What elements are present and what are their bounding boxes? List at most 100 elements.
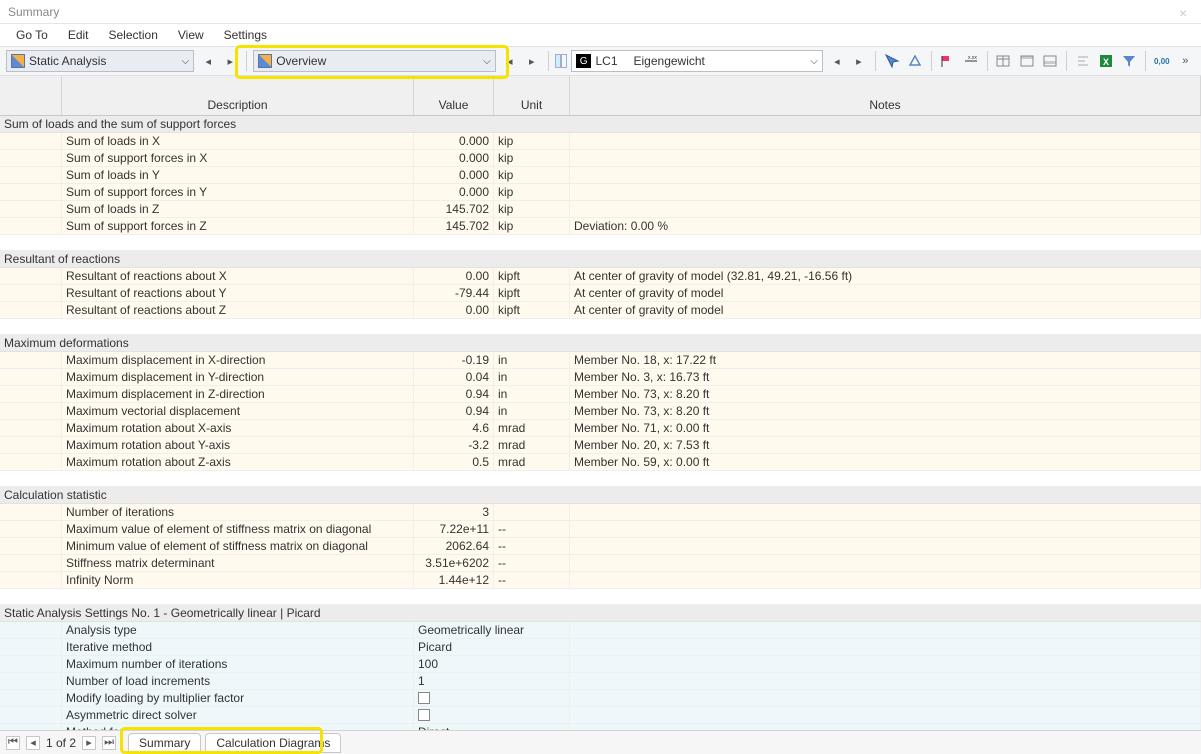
tool-table-header-icon[interactable]	[1017, 51, 1036, 71]
tool-excel-icon[interactable]: X	[1096, 51, 1115, 71]
tool-filter-icon[interactable]	[1120, 51, 1139, 71]
tool-dimension-icon[interactable]: x.xx	[961, 51, 980, 71]
tool-flag-icon[interactable]	[938, 51, 957, 71]
separator	[246, 51, 247, 71]
chevron-down-icon: ⌵	[483, 56, 491, 67]
table-row[interactable]: Maximum number of iterations100	[0, 656, 1201, 673]
table-row[interactable]: Sum of loads in Y0.000kip	[0, 167, 1201, 184]
analysis-dropdown[interactable]: Static Analysis ⌵	[6, 50, 194, 72]
color-swatch	[555, 54, 567, 68]
loadcase-name: Eigengewicht	[634, 54, 705, 68]
table-row[interactable]: Maximum vectorial displacement0.94inMemb…	[0, 403, 1201, 420]
page-next-button[interactable]: ▸	[82, 736, 96, 750]
tab-summary[interactable]: Summary	[128, 733, 201, 753]
separator	[987, 51, 988, 71]
svg-text:X: X	[1103, 57, 1109, 67]
table-row[interactable]: Maximum displacement in X-direction-0.19…	[0, 352, 1201, 369]
overview-label: Overview	[276, 54, 479, 68]
checkbox-icon[interactable]	[418, 692, 430, 704]
separator	[875, 51, 876, 71]
table-row[interactable]: Minimum value of element of stiffness ma…	[0, 538, 1201, 555]
table-row[interactable]: Sum of support forces in Z145.702kipDevi…	[0, 218, 1201, 235]
chevron-down-icon: ⌵	[182, 56, 190, 67]
table-row[interactable]: Infinity Norm1.44e+12--	[0, 572, 1201, 589]
table-row[interactable]: Maximum displacement in Z-direction0.94i…	[0, 386, 1201, 403]
section-header: Maximum deformations	[0, 335, 1201, 352]
table-row[interactable]: Maximum rotation about Y-axis-3.2mradMem…	[0, 437, 1201, 454]
table-row[interactable]: Sum of support forces in X0.000kip	[0, 150, 1201, 167]
analysis-next-button[interactable]: ▸	[220, 51, 240, 71]
grid-body[interactable]: Sum of loads and the sum of support forc…	[0, 116, 1201, 746]
cell-value: 0.000	[414, 133, 494, 149]
table-row[interactable]: Maximum value of element of stiffness ma…	[0, 521, 1201, 538]
tool-polygon-icon[interactable]	[905, 51, 924, 71]
tool-table-row-icon[interactable]	[1040, 51, 1059, 71]
table-row[interactable]: Iterative methodPicard	[0, 639, 1201, 656]
toolbar: Static Analysis ⌵ ◂ ▸ Overview ⌵ ◂ ▸ G L…	[0, 46, 1201, 76]
table-row[interactable]: Sum of support forces in Y0.000kip	[0, 184, 1201, 201]
menu-view[interactable]: View	[168, 26, 214, 44]
close-icon[interactable]: ×	[1179, 5, 1193, 19]
window-title: Summary	[8, 5, 59, 19]
menubar: Go To Edit Selection View Settings	[0, 24, 1201, 46]
loadcase-prev-button[interactable]: ◂	[827, 51, 847, 71]
tool-arrow-cursor-icon[interactable]	[882, 51, 901, 71]
footer: ⏮ ◂ 1 of 2 ▸ ⏭ Summary Calculation Diagr…	[0, 730, 1201, 754]
overview-icon	[258, 54, 272, 68]
table-row[interactable]: Analysis typeGeometrically linear	[0, 622, 1201, 639]
table-row[interactable]: Resultant of reactions about Z0.00kipftA…	[0, 302, 1201, 319]
col-notes: Notes	[570, 76, 1201, 115]
page-first-button[interactable]: ⏮	[6, 736, 20, 750]
table-row[interactable]: Asymmetric direct solver	[0, 707, 1201, 724]
page-indicator: 1 of 2	[46, 736, 76, 750]
blank-row	[0, 589, 1201, 605]
menu-goto[interactable]: Go To	[6, 26, 58, 44]
table-row[interactable]: Number of load increments1	[0, 673, 1201, 690]
blank-row	[0, 471, 1201, 487]
chevron-down-icon: ⌵	[810, 56, 818, 67]
analysis-icon	[11, 54, 25, 68]
menu-selection[interactable]: Selection	[99, 26, 168, 44]
table-row[interactable]: Stiffness matrix determinant3.51e+6202--	[0, 555, 1201, 572]
table-row[interactable]: Maximum rotation about Z-axis0.5mradMemb…	[0, 454, 1201, 471]
menu-settings[interactable]: Settings	[214, 26, 277, 44]
col-value: Value	[414, 76, 494, 115]
page-prev-button[interactable]: ◂	[26, 736, 40, 750]
blank-row	[0, 319, 1201, 335]
loadcase-dropdown[interactable]: G LC1 Eigengewicht ⌵	[571, 50, 823, 72]
titlebar: Summary ×	[0, 0, 1201, 24]
section-header: Calculation statistic	[0, 487, 1201, 504]
table-row[interactable]: Maximum rotation about X-axis4.6mradMemb…	[0, 420, 1201, 437]
table-row[interactable]: Number of iterations3	[0, 504, 1201, 521]
cell-description: Sum of loads in X	[62, 133, 414, 149]
table-row[interactable]: Sum of loads in X0.000kip	[0, 133, 1201, 150]
overview-dropdown[interactable]: Overview ⌵	[253, 50, 496, 72]
grid-header: Description Value Unit Notes	[0, 76, 1201, 116]
analysis-label: Static Analysis	[29, 54, 178, 68]
blank-row	[0, 235, 1201, 251]
table-row[interactable]: Sum of loads in Z145.702kip	[0, 201, 1201, 218]
toolbar-overflow-button[interactable]: »	[1176, 51, 1195, 71]
overview-next-button[interactable]: ▸	[522, 51, 542, 71]
checkbox-icon[interactable]	[418, 709, 430, 721]
loadcase-id: LC1	[595, 54, 617, 68]
separator	[1145, 51, 1146, 71]
loadcase-next-button[interactable]: ▸	[849, 51, 869, 71]
tool-decimal-icon[interactable]: 0,00	[1152, 51, 1171, 71]
table-row[interactable]: Maximum displacement in Y-direction0.04i…	[0, 369, 1201, 386]
table-row[interactable]: Resultant of reactions about X0.00kipftA…	[0, 268, 1201, 285]
cell-unit: kip	[494, 133, 570, 149]
menu-edit[interactable]: Edit	[58, 26, 99, 44]
section-header: Sum of loads and the sum of support forc…	[0, 116, 1201, 133]
col-description: Description	[62, 76, 414, 115]
table-row[interactable]: Modify loading by multiplier factor	[0, 690, 1201, 707]
table-row[interactable]: Resultant of reactions about Y-79.44kipf…	[0, 285, 1201, 302]
tool-table-icon[interactable]	[994, 51, 1013, 71]
tool-align-icon[interactable]	[1073, 51, 1092, 71]
analysis-prev-button[interactable]: ◂	[198, 51, 218, 71]
col-unit: Unit	[494, 76, 570, 115]
overview-prev-button[interactable]: ◂	[500, 51, 520, 71]
tab-calculation-diagrams[interactable]: Calculation Diagrams	[205, 733, 341, 753]
page-last-button[interactable]: ⏭	[102, 736, 116, 750]
section-header: Static Analysis Settings No. 1 - Geometr…	[0, 605, 1201, 622]
